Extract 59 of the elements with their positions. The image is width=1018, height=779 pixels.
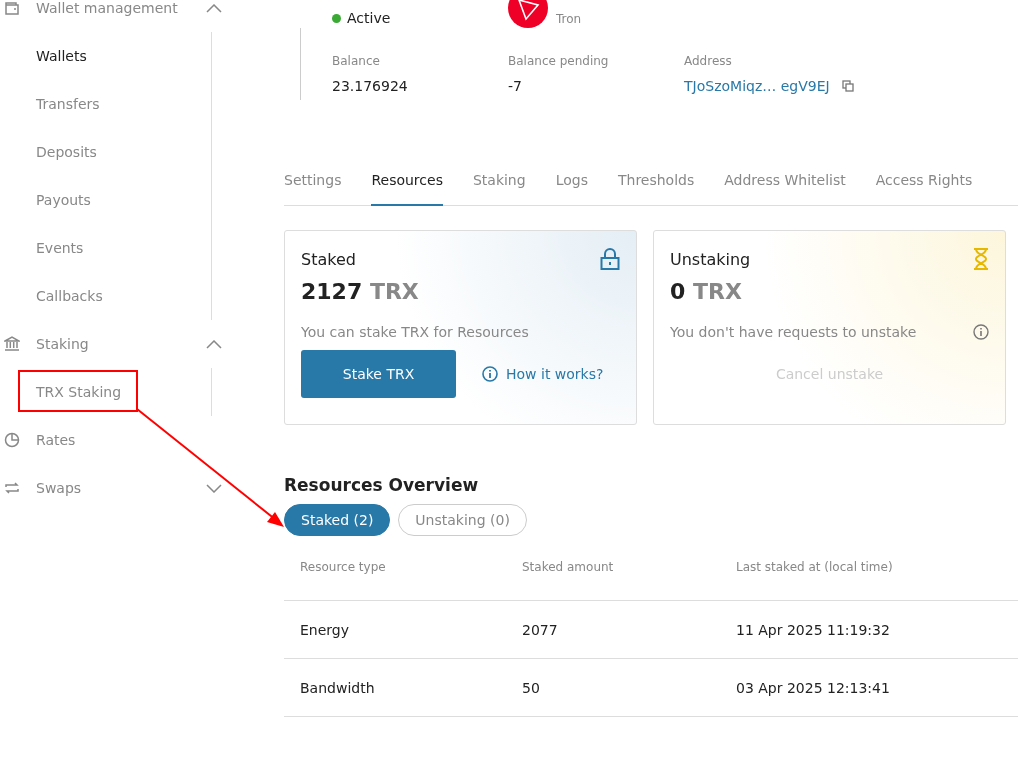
sidebar-item[interactable]: Rates [0, 416, 222, 464]
how-it-works-link[interactable]: How it works? [482, 366, 604, 382]
tab[interactable]: Thresholds [617, 172, 695, 206]
swap-icon [4, 480, 20, 496]
stat-value: 23.176924 [332, 78, 409, 94]
card-title: Staked [301, 249, 356, 269]
table-cell-text: 2077 [522, 621, 559, 638]
network-label: Tron [556, 12, 582, 28]
tab[interactable]: Resources [371, 172, 443, 206]
section-title: Resources Overview [284, 475, 480, 497]
sidebar-item[interactable]: Callbacks [0, 272, 211, 320]
wallet-icon [4, 0, 20, 16]
column-header: Staked amount [522, 560, 615, 574]
filter-pill[interactable]: Staked (2) [284, 504, 391, 536]
bank-icon [4, 336, 20, 352]
sidebar-item[interactable]: Staking [0, 320, 222, 368]
tab[interactable]: Address Whitelist [724, 172, 846, 206]
table-cell-text: Bandwidth [300, 679, 376, 696]
sidebar-item[interactable]: Swaps [0, 464, 222, 512]
info-icon [482, 366, 498, 382]
lock-icon [600, 248, 620, 270]
stat-value: -7 [508, 78, 523, 94]
sidebar-item[interactable]: Wallet management [0, 0, 222, 32]
staked-amount: 0 TRX [670, 279, 743, 304]
tab[interactable]: Settings [284, 172, 342, 206]
chevron-up-icon [206, 339, 222, 349]
chevron-down-icon [206, 483, 222, 493]
hourglass-icon [973, 248, 989, 270]
filter-pill[interactable]: Unstaking (0) [398, 504, 527, 536]
card-note: You don't have requests to unstake [670, 324, 917, 340]
sidebar-item[interactable]: Payouts [0, 176, 211, 224]
sidebar-item[interactable]: Events [0, 224, 211, 272]
tron-logo-icon [508, 0, 548, 28]
info-icon [973, 324, 989, 340]
sidebar-item[interactable]: Wallets [0, 32, 211, 80]
table-cell-text: 03 Apr 2025 12:13:41 [736, 679, 891, 696]
pie-chart-icon [4, 432, 20, 448]
column-header: Last staked at (local time) [736, 560, 894, 574]
staked-amount: 2127 TRX [301, 279, 420, 304]
sidebar-item[interactable]: TRX Staking [0, 368, 211, 416]
tab[interactable]: Access Rights [875, 172, 973, 206]
card-title: Unstaking [670, 249, 751, 269]
stat-label: Balance pending [508, 54, 610, 68]
tab[interactable]: Staking [472, 172, 526, 206]
stake-button[interactable]: Stake TRX [301, 350, 456, 398]
stat-label: Address [684, 54, 733, 68]
card-note: You can stake TRX for Resources [301, 324, 529, 340]
sidebar-item[interactable]: Deposits [0, 128, 211, 176]
tab[interactable]: Logs [555, 172, 588, 206]
stat-label: Balance [332, 54, 381, 68]
table-cell-text: 50 [522, 679, 541, 696]
table-cell-text: 11 Apr 2025 11:19:32 [736, 621, 891, 638]
sidebar-item[interactable]: Transfers [0, 80, 211, 128]
status-label: Active [347, 10, 391, 26]
column-header: Resource type [300, 560, 387, 574]
address-link[interactable]: TJoSzoMiqz… egV9EJ [684, 78, 830, 94]
chevron-up-icon [206, 3, 222, 13]
table-cell-text: Energy [300, 621, 350, 638]
copy-icon[interactable] [841, 80, 854, 92]
